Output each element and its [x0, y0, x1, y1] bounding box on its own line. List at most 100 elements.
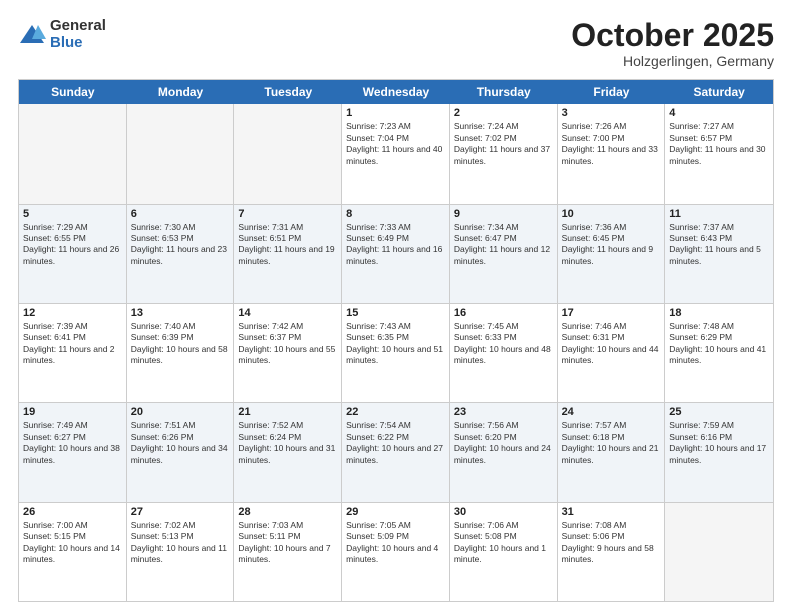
- day-header-monday: Monday: [127, 80, 235, 104]
- cell-date: 9: [454, 208, 553, 220]
- calendar-cell: 28Sunrise: 7:03 AM Sunset: 5:11 PM Dayli…: [234, 503, 342, 601]
- cell-info: Sunrise: 7:31 AM Sunset: 6:51 PM Dayligh…: [238, 222, 337, 268]
- cell-date: 2: [454, 107, 553, 119]
- calendar-cell: 14Sunrise: 7:42 AM Sunset: 6:37 PM Dayli…: [234, 304, 342, 402]
- logo-icon: [18, 21, 46, 49]
- cell-info: Sunrise: 7:59 AM Sunset: 6:16 PM Dayligh…: [669, 420, 769, 466]
- cell-date: 1: [346, 107, 445, 119]
- cell-date: 14: [238, 307, 337, 319]
- cell-info: Sunrise: 7:02 AM Sunset: 5:13 PM Dayligh…: [131, 520, 230, 566]
- cell-date: 22: [346, 406, 445, 418]
- cell-info: Sunrise: 7:27 AM Sunset: 6:57 PM Dayligh…: [669, 121, 769, 167]
- calendar-cell: 24 Sunrise: 7:57 AM Sunset: 6:18 PM Dayli…: [558, 403, 666, 501]
- day-header-wednesday: Wednesday: [342, 80, 450, 104]
- cell-info: Sunrise: 7:48 AM Sunset: 6:29 PM Dayligh…: [669, 321, 769, 367]
- logo-text: General Blue: [50, 18, 106, 51]
- cell-info: Sunrise: 7:26 AM Sunset: 7:00 PM Dayligh…: [562, 121, 661, 167]
- cell-date: 4: [669, 107, 769, 119]
- cell-date: 31: [562, 506, 661, 518]
- cell-info: Sunrise: 7:03 AM Sunset: 5:11 PM Dayligh…: [238, 520, 337, 566]
- cell-info: Sunrise: 7:40 AM Sunset: 6:39 PM Dayligh…: [131, 321, 230, 367]
- cell-info: Sunrise: 7:51 AM Sunset: 6:26 PM Dayligh…: [131, 420, 230, 466]
- logo: General Blue: [18, 18, 106, 51]
- cell-info: Sunrise: 7:33 AM Sunset: 6:49 PM Dayligh…: [346, 222, 445, 268]
- header: General Blue October 2025 Holzgerlingen,…: [18, 18, 774, 69]
- cell-date: 26: [23, 506, 122, 518]
- cell-info: Sunrise: 7:34 AM Sunset: 6:47 PM Dayligh…: [454, 222, 553, 268]
- cell-date: 3: [562, 107, 661, 119]
- page: General Blue October 2025 Holzgerlingen,…: [0, 0, 792, 612]
- calendar-cell: 23 Sunrise: 7:56 AM Sunset: 6:20 PM Dayli…: [450, 403, 558, 501]
- cell-date: 20: [131, 406, 230, 418]
- calendar-body: 1 Sunrise: 7:23 AM Sunset: 7:04 PM Daylig…: [19, 104, 773, 601]
- calendar-cell: 11 Sunrise: 7:37 AM Sunset: 6:43 PM Dayli…: [665, 205, 773, 303]
- cell-info: Sunrise: 7:05 AM Sunset: 5:09 PM Dayligh…: [346, 520, 445, 566]
- calendar-cell: [665, 503, 773, 601]
- calendar-cell: 8Sunrise: 7:33 AM Sunset: 6:49 PM Daylig…: [342, 205, 450, 303]
- calendar-cell: 5Sunrise: 7:29 AM Sunset: 6:55 PM Daylig…: [19, 205, 127, 303]
- calendar-cell: 31 Sunrise: 7:08 AM Sunset: 5:06 PM Dayli…: [558, 503, 666, 601]
- cell-date: 19: [23, 406, 122, 418]
- cell-date: 7: [238, 208, 337, 220]
- cell-info: Sunrise: 7:46 AM Sunset: 6:31 PM Dayligh…: [562, 321, 661, 367]
- calendar-cell: 17 Sunrise: 7:46 AM Sunset: 6:31 PM Dayli…: [558, 304, 666, 402]
- calendar-cell: 25Sunrise: 7:59 AM Sunset: 6:16 PM Dayli…: [665, 403, 773, 501]
- cell-info: Sunrise: 7:56 AM Sunset: 6:20 PM Dayligh…: [454, 420, 553, 466]
- title-block: October 2025 Holzgerlingen, Germany: [571, 18, 774, 69]
- cell-info: Sunrise: 7:57 AM Sunset: 6:18 PM Dayligh…: [562, 420, 661, 466]
- calendar-cell: 7 Sunrise: 7:31 AM Sunset: 6:51 PM Daylig…: [234, 205, 342, 303]
- logo-general: General: [50, 18, 106, 35]
- cell-date: 24: [562, 406, 661, 418]
- day-header-friday: Friday: [558, 80, 666, 104]
- calendar-cell: 12Sunrise: 7:39 AM Sunset: 6:41 PM Dayli…: [19, 304, 127, 402]
- calendar-cell: 13 Sunrise: 7:40 AM Sunset: 6:39 PM Dayli…: [127, 304, 235, 402]
- calendar-row: 5Sunrise: 7:29 AM Sunset: 6:55 PM Daylig…: [19, 204, 773, 303]
- day-headers: SundayMondayTuesdayWednesdayThursdayFrid…: [19, 80, 773, 104]
- calendar-cell: 3 Sunrise: 7:26 AM Sunset: 7:00 PM Daylig…: [558, 104, 666, 203]
- calendar-row: 19Sunrise: 7:49 AM Sunset: 6:27 PM Dayli…: [19, 402, 773, 501]
- cell-date: 21: [238, 406, 337, 418]
- calendar-cell: 20 Sunrise: 7:51 AM Sunset: 6:26 PM Dayli…: [127, 403, 235, 501]
- cell-date: 5: [23, 208, 122, 220]
- calendar-cell: [19, 104, 127, 203]
- cell-info: Sunrise: 7:08 AM Sunset: 5:06 PM Dayligh…: [562, 520, 661, 566]
- cell-info: Sunrise: 7:24 AM Sunset: 7:02 PM Dayligh…: [454, 121, 553, 167]
- calendar-row: 26 Sunrise: 7:00 AM Sunset: 5:15 PM Dayli…: [19, 502, 773, 601]
- calendar-cell: 4 Sunrise: 7:27 AM Sunset: 6:57 PM Daylig…: [665, 104, 773, 203]
- calendar-cell: 16Sunrise: 7:45 AM Sunset: 6:33 PM Dayli…: [450, 304, 558, 402]
- cell-info: Sunrise: 7:52 AM Sunset: 6:24 PM Dayligh…: [238, 420, 337, 466]
- cell-info: Sunrise: 7:36 AM Sunset: 6:45 PM Dayligh…: [562, 222, 661, 268]
- cell-date: 23: [454, 406, 553, 418]
- calendar-row: 1 Sunrise: 7:23 AM Sunset: 7:04 PM Daylig…: [19, 104, 773, 203]
- calendar: SundayMondayTuesdayWednesdayThursdayFrid…: [18, 79, 774, 602]
- cell-date: 27: [131, 506, 230, 518]
- calendar-cell: 15Sunrise: 7:43 AM Sunset: 6:35 PM Dayli…: [342, 304, 450, 402]
- calendar-cell: 18Sunrise: 7:48 AM Sunset: 6:29 PM Dayli…: [665, 304, 773, 402]
- cell-date: 6: [131, 208, 230, 220]
- calendar-cell: [234, 104, 342, 203]
- cell-info: Sunrise: 7:23 AM Sunset: 7:04 PM Dayligh…: [346, 121, 445, 167]
- cell-date: 30: [454, 506, 553, 518]
- calendar-cell: 26 Sunrise: 7:00 AM Sunset: 5:15 PM Dayli…: [19, 503, 127, 601]
- logo-blue: Blue: [50, 35, 106, 52]
- calendar-cell: 9 Sunrise: 7:34 AM Sunset: 6:47 PM Daylig…: [450, 205, 558, 303]
- cell-info: Sunrise: 7:00 AM Sunset: 5:15 PM Dayligh…: [23, 520, 122, 566]
- cell-info: Sunrise: 7:37 AM Sunset: 6:43 PM Dayligh…: [669, 222, 769, 268]
- day-header-tuesday: Tuesday: [234, 80, 342, 104]
- cell-date: 17: [562, 307, 661, 319]
- calendar-cell: 10 Sunrise: 7:36 AM Sunset: 6:45 PM Dayli…: [558, 205, 666, 303]
- cell-info: Sunrise: 7:54 AM Sunset: 6:22 PM Dayligh…: [346, 420, 445, 466]
- cell-date: 11: [669, 208, 769, 220]
- cell-date: 10: [562, 208, 661, 220]
- month-title: October 2025: [571, 18, 774, 53]
- calendar-cell: 21 Sunrise: 7:52 AM Sunset: 6:24 PM Dayli…: [234, 403, 342, 501]
- cell-date: 15: [346, 307, 445, 319]
- cell-date: 29: [346, 506, 445, 518]
- cell-info: Sunrise: 7:06 AM Sunset: 5:08 PM Dayligh…: [454, 520, 553, 566]
- calendar-cell: 27 Sunrise: 7:02 AM Sunset: 5:13 PM Dayli…: [127, 503, 235, 601]
- cell-date: 12: [23, 307, 122, 319]
- calendar-cell: 2 Sunrise: 7:24 AM Sunset: 7:02 PM Daylig…: [450, 104, 558, 203]
- calendar-cell: 19Sunrise: 7:49 AM Sunset: 6:27 PM Dayli…: [19, 403, 127, 501]
- cell-date: 13: [131, 307, 230, 319]
- calendar-cell: [127, 104, 235, 203]
